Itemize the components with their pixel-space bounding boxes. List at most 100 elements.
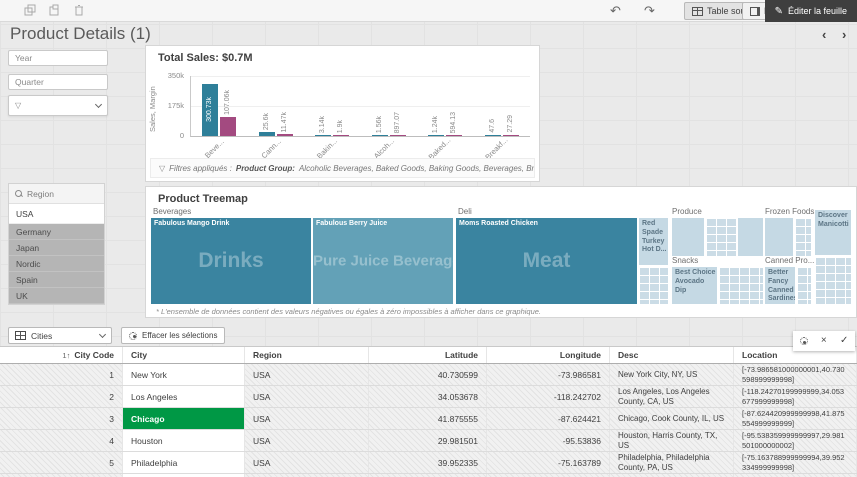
bar-margin[interactable] [220,117,237,136]
treemap-block[interactable]: Fabulous Mango Drink Drinks [151,218,311,304]
treemap-block[interactable] [706,218,736,256]
cell-latitude[interactable]: 34.053678 [369,386,487,407]
column-header-label: Region [253,350,282,360]
cell-city-code[interactable]: 3 [0,408,123,429]
bar-margin[interactable] [389,135,406,136]
column-header-region[interactable]: Region [245,347,369,363]
cell-location[interactable]: [-87.624420999999998,41.875554999999999] [734,408,857,429]
cell-city-code[interactable]: 4 [0,430,123,451]
cell-location[interactable]: [-75.163788999999994,39.952334999999998] [734,452,857,473]
region-item-japan[interactable]: Japan [9,240,104,256]
edit-sheet-button[interactable]: ✎ Éditer la feuille [764,0,857,22]
region-item-spain[interactable]: Spain [9,272,104,288]
cell-region[interactable]: USA [245,386,369,407]
cell-longitude[interactable]: -118.242702 [487,386,610,407]
bar-wrap: 47.6 [484,75,501,136]
cell-latitude[interactable]: 40.730599 [369,364,487,385]
treemap-block[interactable] [719,267,763,304]
cell-desc[interactable]: New York City, NY, US [610,364,734,385]
treemap-block[interactable] [815,257,851,304]
bar-sales[interactable] [484,135,501,136]
treemap-block[interactable] [795,218,811,256]
quarter-filter[interactable]: Quarter [8,74,108,90]
bar-margin[interactable] [502,135,519,136]
column-header-city-code[interactable]: 1↑ City Code [0,347,123,363]
cell-region[interactable]: USA [245,452,369,473]
treemap-block[interactable]: Discover Manicotti [815,210,851,255]
prev-sheet-chevron[interactable]: ‹ [822,27,826,42]
confirm-selection-icon[interactable]: ✓ [840,336,848,346]
table-body: 1 New York USA 40.730599 -73.986581 New York … [0,364,857,477]
redo-icon[interactable]: ↷ [644,0,655,22]
treemap-block[interactable] [672,218,704,256]
region-listbox: Region USA Germany Japan Nordic Spain UK [8,183,105,305]
cell-latitude[interactable]: 39.952335 [369,452,487,473]
year-filter[interactable]: Year [8,50,108,66]
treemap-block[interactable]: Best Choice Avocado Dip [672,267,717,304]
cell-longitude[interactable]: -73.986581 [487,364,610,385]
cancel-selection-icon[interactable]: × [821,336,827,346]
clear-selections-button[interactable]: Effacer les sélections [121,327,226,344]
cell-region[interactable]: USA [245,430,369,451]
y-tick: 175k [167,101,184,110]
treemap-block[interactable] [765,218,793,256]
column-header-desc[interactable]: Desc [610,347,734,363]
column-header-latitude[interactable]: Latitude [369,347,487,363]
cell-city[interactable]: Houston [123,430,245,451]
bar-margin[interactable] [276,134,293,136]
cell-longitude[interactable]: -75.163789 [487,452,610,473]
cell-region[interactable]: USA [245,408,369,429]
cell-city[interactable]: New York [123,364,245,385]
treemap-block[interactable] [797,267,811,304]
cell-city[interactable]: Los Angeles [123,386,245,407]
bar-sales[interactable] [371,135,388,136]
cell-longitude[interactable]: -95.53836 [487,430,610,451]
cell-location[interactable]: [-73.986581000000001,40.730598999999998] [734,364,857,385]
paste-icon[interactable] [48,4,62,18]
duplicate-icon[interactable] [24,4,38,18]
bar-sales[interactable] [258,132,275,136]
table-row: 2 Los Angeles USA 34.053678 -118.242702 Los A… [0,386,857,408]
treemap-block[interactable]: Moms Roasted Chicken Meat [456,218,637,304]
delete-icon[interactable] [73,4,87,18]
cell-city-code[interactable]: 1 [0,364,123,385]
bar-wrap: 300.73k [202,75,219,136]
region-item-nordic[interactable]: Nordic [9,256,104,272]
treemap-block[interactable] [639,267,668,304]
cell-latitude[interactable]: 41.875555 [369,408,487,429]
cities-select[interactable]: Cities [8,327,112,344]
lasso-icon[interactable] [799,337,808,345]
applied-filters-strip[interactable]: ▽ Filtres appliqués : Product Group: Alc… [150,158,535,178]
cell-city[interactable]: Chicago [123,408,245,429]
next-sheet-chevron[interactable]: › [842,27,846,42]
cell-desc[interactable]: Los Angeles, Los Angeles County, CA, US [610,386,734,407]
column-header-city[interactable]: City [123,347,245,363]
treemap-block[interactable]: Red Spade Turkey Hot D... [639,218,668,265]
region-item-germany[interactable]: Germany [9,224,104,240]
cell-desc[interactable]: Chicago, Cook County, IL, US [610,408,734,429]
bar-sales[interactable] [315,135,332,136]
cell-desc[interactable]: Houston, Harris County, TX, US [610,430,734,451]
region-listbox-header[interactable]: Region [9,184,104,204]
cell-latitude[interactable]: 29.981501 [369,430,487,451]
cell-location[interactable]: [-118.24270199999999,34.053677999999998] [734,386,857,407]
treemap-block[interactable]: Fabulous Berry Juice Pure Juice Beverages [313,218,453,304]
cell-city-code[interactable]: 2 [0,386,123,407]
region-item-uk[interactable]: UK [9,288,104,304]
bar-margin[interactable] [446,135,463,136]
filter-dropdown[interactable]: ▽ [8,95,108,116]
bar-value-label: 11.47k [280,111,288,133]
bar-margin[interactable] [333,135,350,136]
cell-city[interactable]: Philadelphia [123,452,245,473]
treemap-block[interactable] [738,218,763,256]
cell-city-code[interactable]: 5 [0,452,123,473]
cell-desc[interactable]: Philadelphia, Philadelphia County, PA, U… [610,452,734,473]
region-item-usa[interactable]: USA [9,204,104,224]
bar-sales[interactable] [428,135,445,136]
cell-longitude[interactable]: -87.624421 [487,408,610,429]
column-header-longitude[interactable]: Longitude [487,347,610,363]
cell-location[interactable]: [-95.538359999999997,29.981501000000002] [734,430,857,451]
undo-icon[interactable]: ↶ [610,0,621,22]
treemap-block[interactable]: Better Fancy Canned Sardines [765,267,795,304]
cell-region[interactable]: USA [245,364,369,385]
